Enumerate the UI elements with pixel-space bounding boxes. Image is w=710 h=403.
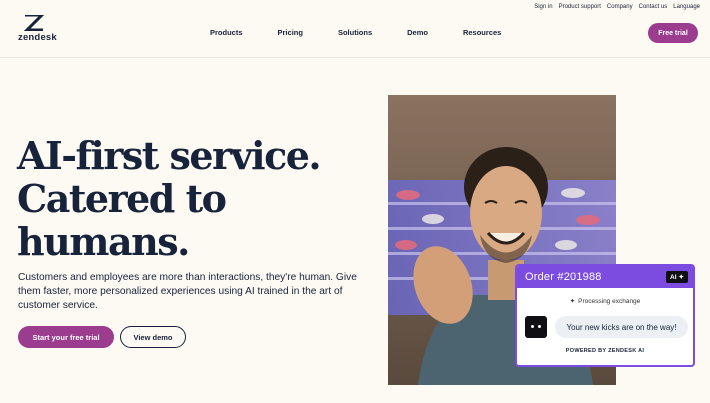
utility-link-contact-us[interactable]: Contact us <box>639 4 668 10</box>
utility-link-language[interactable]: Language <box>673 4 700 10</box>
utility-link-sign-in[interactable]: Sign in <box>534 4 552 10</box>
view-demo-button[interactable]: View demo <box>120 326 186 348</box>
hero-title: AI-first service. Catered to humans. <box>17 134 347 263</box>
hero-subtitle: Customers and employees are more than in… <box>18 272 357 311</box>
utility-link-company[interactable]: Company <box>607 4 633 10</box>
nav-products[interactable]: Products <box>210 28 243 37</box>
site-header: Sign in Product support Company Contact … <box>0 0 710 58</box>
utility-nav: Sign in Product support Company Contact … <box>534 4 700 10</box>
order-number: Order #201988 <box>525 271 602 283</box>
nav-solutions[interactable]: Solutions <box>338 28 372 37</box>
ai-badge-label: AI <box>670 273 677 281</box>
chat-message-bubble: Your new kicks are on the way! <box>555 316 688 338</box>
hero-title-line: AI-first service. <box>17 133 322 178</box>
ai-badge: AI ✦ <box>666 271 688 283</box>
powered-by-label: POWERED BY ZENDESK AI <box>565 348 645 354</box>
nav-resources[interactable]: Resources <box>463 28 501 37</box>
utility-link-product-support[interactable]: Product support <box>559 4 601 10</box>
bot-avatar-icon <box>525 316 547 338</box>
order-chat-card: Order #201988 AI ✦ ✦ Processing exchange… <box>515 264 695 367</box>
hero-title-line: humans. <box>17 219 190 264</box>
processing-status: ✦ Processing exchange <box>517 297 693 306</box>
header-free-trial-button[interactable]: Free trial <box>648 23 698 43</box>
hero-title-line: Catered to <box>17 176 227 221</box>
logo-wordmark: zendesk <box>18 32 57 43</box>
zendesk-logo[interactable]: zendesk <box>18 15 62 45</box>
sparkle-icon: ✦ <box>678 274 684 281</box>
sparkle-icon: ✦ <box>569 298 576 305</box>
nav-pricing[interactable]: Pricing <box>278 28 303 37</box>
chat-card-header: Order #201988 AI ✦ <box>517 266 693 288</box>
main-nav: Products Pricing Solutions Demo Resource… <box>210 28 501 37</box>
start-free-trial-button[interactable]: Start your free trial <box>18 326 114 348</box>
zendesk-logo-icon <box>24 15 44 31</box>
processing-status-text: Processing exchange <box>578 297 641 305</box>
nav-demo[interactable]: Demo <box>407 28 428 37</box>
